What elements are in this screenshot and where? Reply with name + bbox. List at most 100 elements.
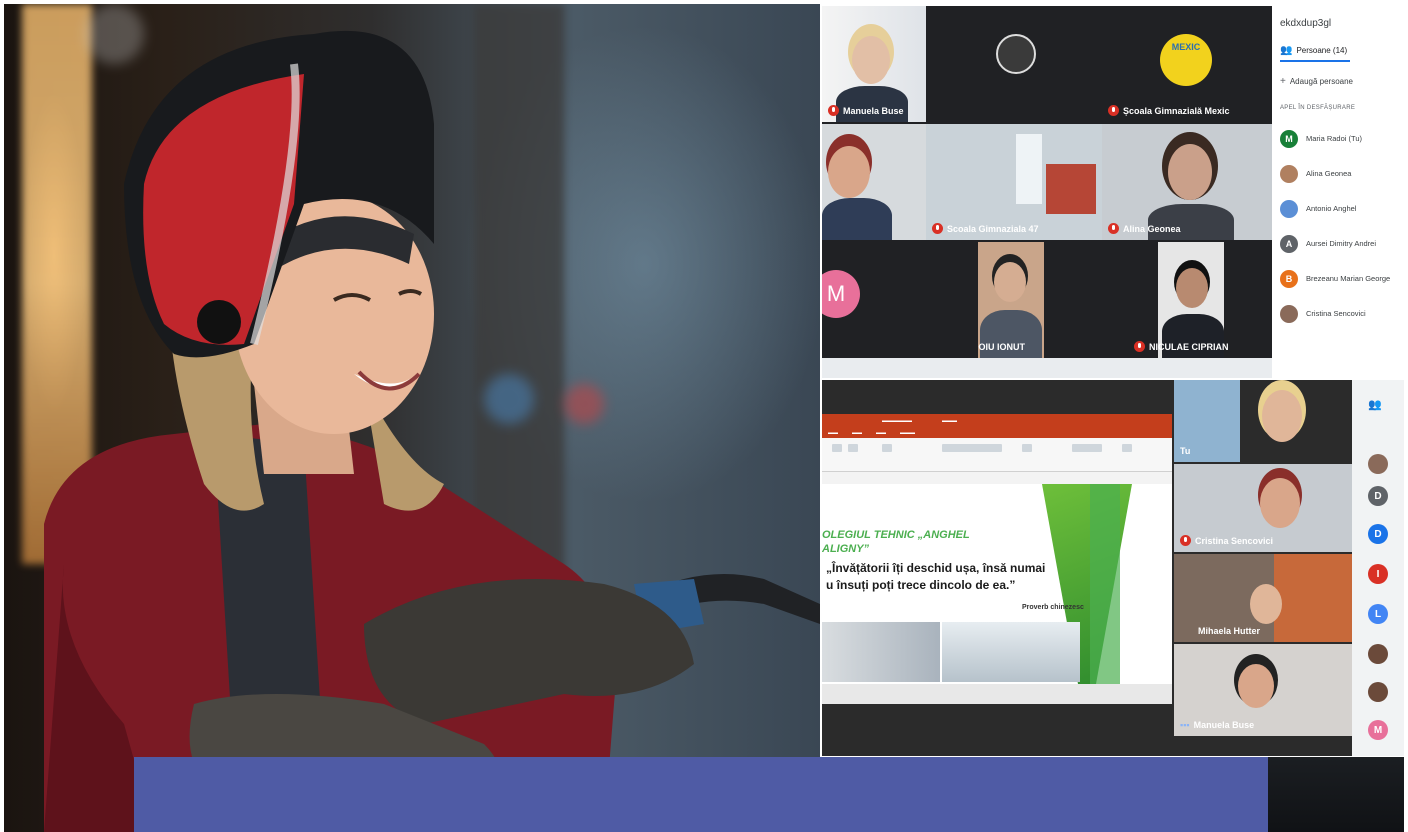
- avatar[interactable]: L: [1368, 604, 1388, 624]
- ppt-titlebar: ▬▬▬▬▬▬ ▬▬▬: [822, 414, 1172, 428]
- letter-avatar-text: M: [826, 281, 846, 306]
- avatar: [1280, 164, 1298, 183]
- tile-name: Alina Geonea: [1108, 223, 1181, 234]
- participant-name: Alina Geonea: [1306, 169, 1352, 178]
- ppt-ribbon: [822, 438, 1172, 472]
- letter-avatar: M: [822, 270, 860, 318]
- school-logo: MEXIC: [1160, 34, 1212, 86]
- ribbon-button[interactable]: [832, 444, 842, 452]
- slide-quote-source: Proverb chinezesc: [1022, 604, 1084, 611]
- slide-decoration: [1090, 484, 1120, 684]
- avatar: M: [1280, 129, 1298, 148]
- participant-row[interactable]: Cristina Sencovici: [1280, 296, 1396, 331]
- participant-thumbnail[interactable]: Mihaela Hutter: [1174, 554, 1352, 642]
- participant-rail: 👥 D D I L M: [1352, 380, 1404, 756]
- caption-banner: [134, 757, 1268, 832]
- add-person-icon: +: [1280, 76, 1286, 87]
- speaking-icon: ▪▪▪: [1180, 720, 1190, 730]
- school-logo-text: MEXIC: [1171, 42, 1201, 52]
- mic-off-icon: [1108, 105, 1119, 116]
- slide-title: OLEGIUL TEHNIC „ANGHEL ALIGNY”: [822, 529, 970, 555]
- avatar[interactable]: D: [1368, 524, 1388, 544]
- participant-name: Cristina Sencovici: [1306, 309, 1366, 318]
- participant-thumbnail[interactable]: Cristina Sencovici: [1174, 464, 1352, 552]
- ribbon-button[interactable]: [1122, 444, 1132, 452]
- people-icon: 👥: [1280, 45, 1293, 56]
- participant-thumbnail[interactable]: [1242, 380, 1352, 462]
- tile-name: Scoala Gimnaziala 47: [932, 223, 1039, 234]
- avatar[interactable]: [1368, 682, 1388, 702]
- avatar: B: [1280, 269, 1298, 288]
- participant-thumbnail[interactable]: ▪▪▪ Manuela Buse: [1174, 644, 1352, 736]
- video-call-grid-screenshot: Manuela Buse MEXIC Școala Gimnazială Mex…: [822, 6, 1404, 378]
- avatar[interactable]: M: [1368, 720, 1388, 740]
- participant-name: Maria Radoi (Tu): [1306, 134, 1362, 143]
- avatar[interactable]: D: [1368, 486, 1388, 506]
- participant-head: [1260, 478, 1300, 528]
- ppt-status-bar: [822, 684, 1172, 704]
- photo-corner: [1268, 757, 1404, 832]
- participant-head: [1250, 584, 1282, 624]
- ppt-title-placeholder: ▬▬▬: [942, 418, 957, 424]
- thumbnail-name: ▪▪▪ Manuela Buse: [1180, 720, 1255, 730]
- tile-name: Școala Gimnazială Mexic: [1108, 105, 1230, 116]
- people-panel: ekdxdup3gl 👥 Persoane (14) + Adaugă pers…: [1272, 6, 1404, 378]
- participant-tile[interactable]: NICULAE CIPRIAN: [1128, 242, 1278, 358]
- meeting-code: ekdxdup3gl: [1280, 18, 1332, 29]
- room-wall: [1274, 554, 1352, 642]
- ribbon-button[interactable]: [1072, 444, 1102, 452]
- participant-tile[interactable]: PURDOIU IONUT: [978, 242, 1128, 358]
- mic-off-icon: [932, 223, 943, 234]
- participant-head: [1168, 144, 1212, 200]
- ppt-ribbon-tabs: ▬▬ ▬▬ ▬▬ ▬▬▬: [822, 428, 1172, 438]
- participant-tile[interactable]: [926, 6, 1102, 122]
- welder-figure: [44, 30, 820, 832]
- welder-photo: [4, 4, 820, 832]
- participant-tile[interactable]: Manuela Buse: [822, 6, 926, 122]
- slide-canvas: OLEGIUL TEHNIC „ANGHEL ALIGNY” „Învățăto…: [822, 484, 1172, 684]
- section-label: APEL ÎN DESFĂȘURARE: [1280, 105, 1356, 111]
- participant-row[interactable]: M Maria Radoi (Tu): [1280, 121, 1396, 156]
- ribbon-button[interactable]: [882, 444, 892, 452]
- ribbon-button[interactable]: [848, 444, 858, 452]
- participant-row[interactable]: A Aursei Dimitry Andrei: [1280, 226, 1396, 261]
- participant-name: Antonio Anghel: [1306, 204, 1357, 213]
- mic-off-icon: [1108, 223, 1119, 234]
- people-icon[interactable]: 👥: [1368, 398, 1382, 411]
- slide-quote: „Învățătorii îți deschid ușa, însă numai…: [826, 561, 1046, 592]
- participant-head: [996, 34, 1036, 74]
- avatar[interactable]: [1368, 454, 1388, 474]
- participant-tile[interactable]: MEXIC Școala Gimnazială Mexic: [1102, 6, 1278, 122]
- add-people-button[interactable]: + Adaugă persoane: [1280, 76, 1396, 87]
- classroom-wall: [1046, 164, 1096, 214]
- thumbnail-name: Cristina Sencovici: [1180, 535, 1273, 546]
- tab-people[interactable]: 👥 Persoane (14): [1280, 45, 1350, 62]
- avatar[interactable]: I: [1368, 564, 1388, 584]
- participant-head: [828, 146, 870, 198]
- participant-tile[interactable]: Alina Geonea: [1102, 124, 1278, 240]
- participant-row[interactable]: Antonio Anghel: [1280, 191, 1396, 226]
- thumbnail-name: Mihaela Hutter: [1198, 626, 1261, 636]
- avatar: A: [1280, 234, 1298, 253]
- participant-tile[interactable]: M: [822, 242, 978, 358]
- tile-name: PURDOIU IONUT: [978, 341, 1025, 352]
- participant-row[interactable]: B Brezeanu Marian George: [1280, 261, 1396, 296]
- participant-thumbnail[interactable]: Tu: [1174, 380, 1240, 462]
- participant-body: [836, 86, 908, 122]
- participant-head: [1238, 664, 1274, 708]
- presentation-call-screenshot: ▬▬▬▬▬▬ ▬▬▬ ▬▬ ▬▬ ▬▬ ▬▬▬ OLEGIUL TEHNIC „ANG…: [822, 380, 1404, 756]
- participant-head: [1262, 390, 1302, 442]
- ribbon-button[interactable]: [942, 444, 1002, 452]
- ribbon-button[interactable]: [1022, 444, 1032, 452]
- avatar: [1280, 304, 1298, 323]
- participant-tile[interactable]: Scoala Gimnaziala 47: [926, 124, 1102, 240]
- tile-name: Manuela Buse: [828, 105, 904, 116]
- participant-body: [1148, 204, 1234, 240]
- participant-row[interactable]: Alina Geonea: [1280, 156, 1396, 191]
- mic-off-icon: [1180, 535, 1191, 546]
- slide-photo: [942, 622, 1080, 682]
- avatar[interactable]: [1368, 644, 1388, 664]
- avatar: [1280, 199, 1298, 218]
- participant-head: [1176, 268, 1208, 308]
- participant-tile[interactable]: [822, 124, 926, 240]
